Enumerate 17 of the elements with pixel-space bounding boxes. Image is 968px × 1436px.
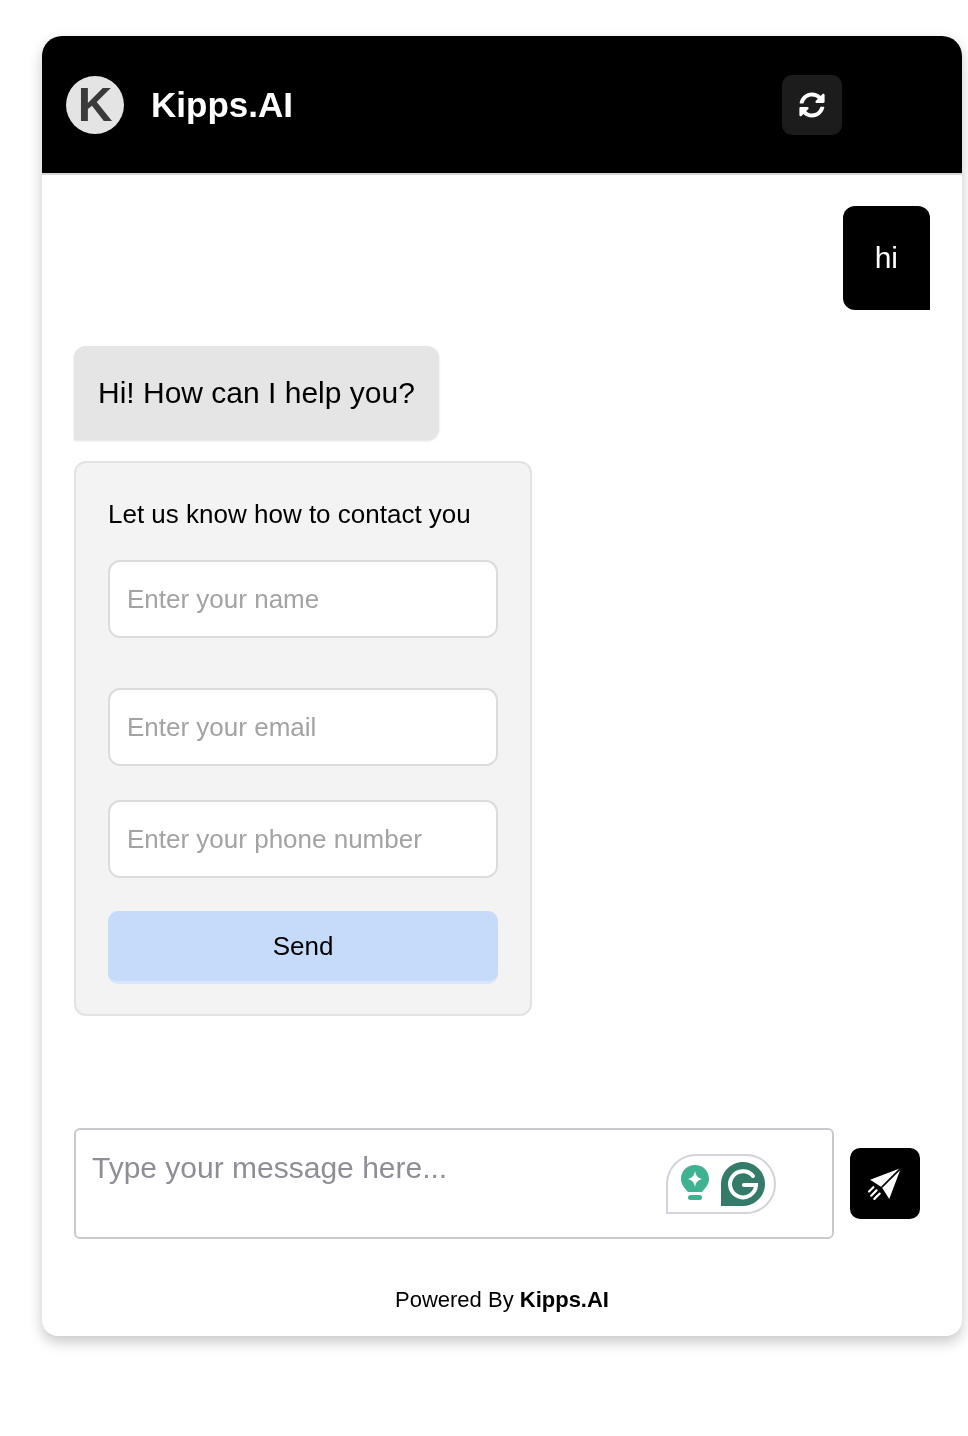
paper-plane-icon [868, 1166, 902, 1201]
form-title: Let us know how to contact you [108, 499, 472, 529]
refresh-icon [799, 91, 825, 118]
logo: K [66, 75, 124, 134]
g-badge-icon [720, 1161, 766, 1207]
refresh-button[interactable] [782, 74, 842, 135]
text-input[interactable]: Enter your name [108, 560, 498, 638]
send-message-button[interactable] [850, 1148, 920, 1219]
send-button[interactable]: Send [108, 911, 498, 984]
text-input[interactable]: Enter your email [108, 688, 498, 766]
writing-assistant-widget[interactable] [666, 1154, 776, 1214]
powered-by-text: Powered By Kipps.AI [395, 1287, 609, 1314]
text-input[interactable]: Enter your phone number [108, 800, 498, 878]
message-input[interactable]: Type your message here... [74, 1128, 834, 1239]
header-title: Kipps.AI [151, 84, 293, 125]
user-message: hi [842, 206, 930, 310]
bot-message: Hi! How can I help you? [74, 346, 439, 440]
